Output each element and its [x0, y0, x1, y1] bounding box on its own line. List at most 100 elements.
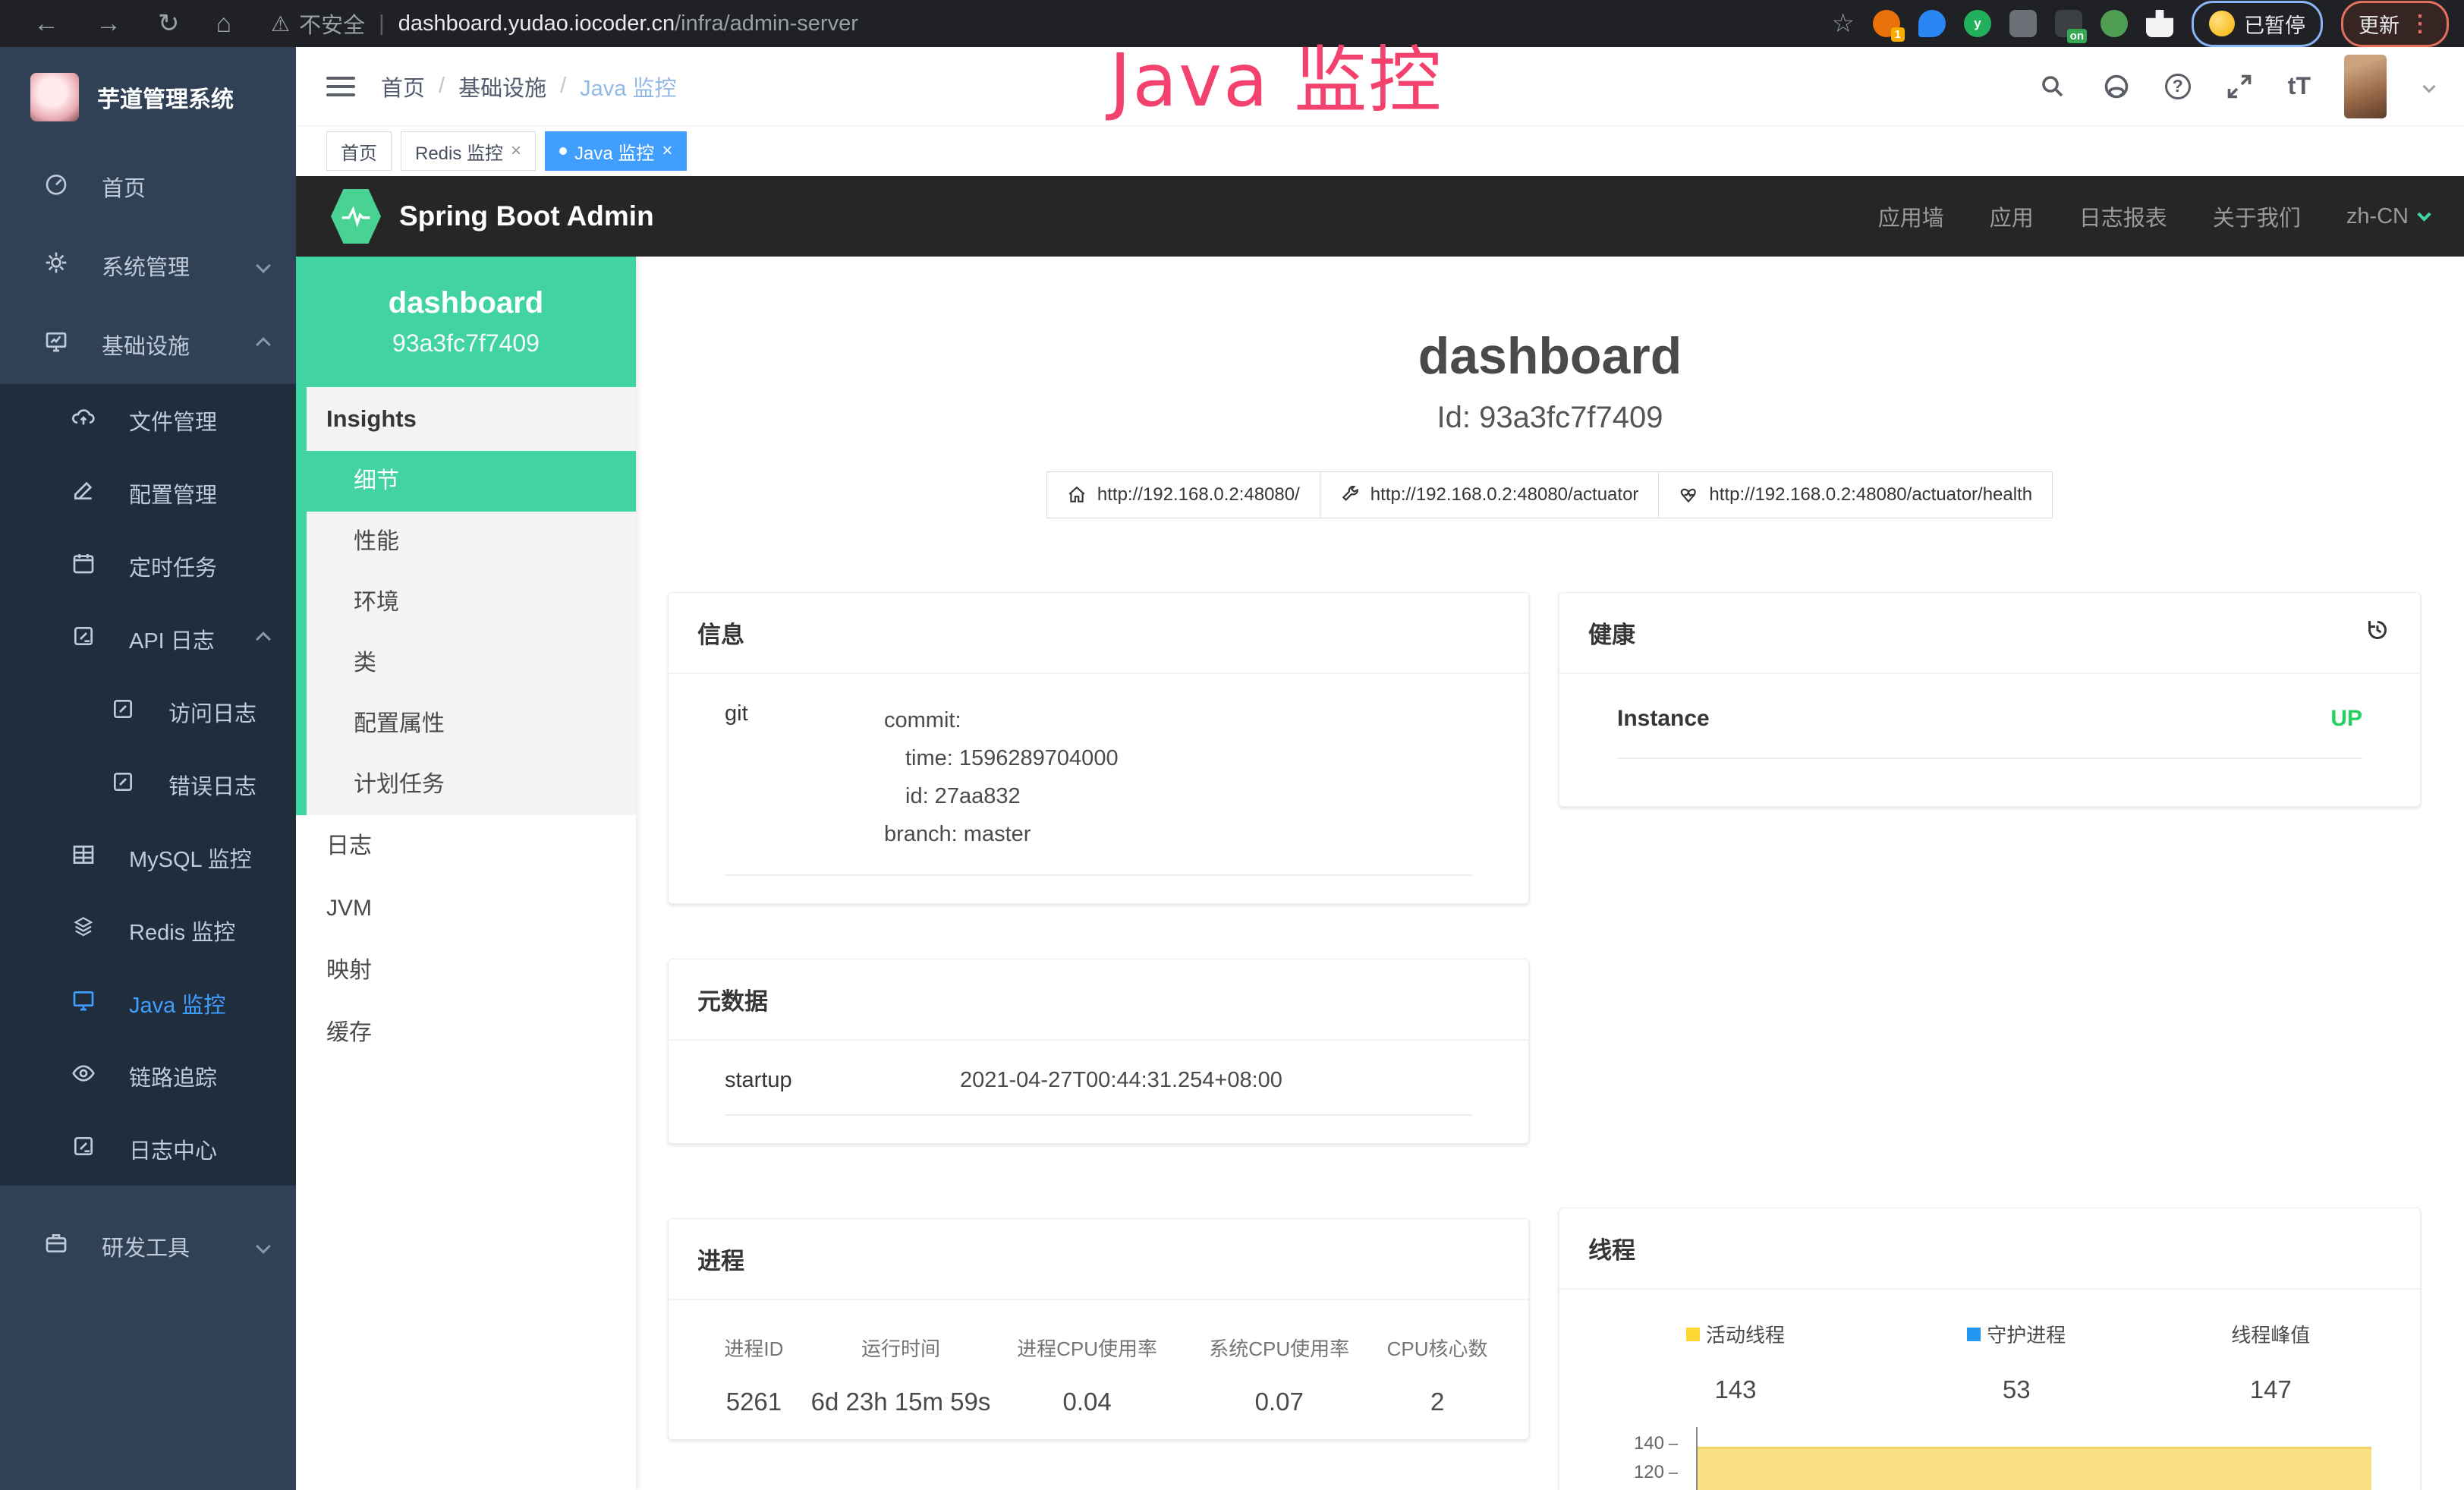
search-icon[interactable] — [2038, 71, 2068, 102]
threads-card: 线程 活动线程 守护进程 线程峰值 — [1559, 1208, 2421, 1490]
security-label[interactable]: 不安全 — [299, 8, 365, 39]
sidebar-item-log-center[interactable]: 日志中心 — [0, 1113, 296, 1186]
help-icon[interactable]: ? — [2165, 74, 2191, 99]
sba-item-details[interactable]: 细节 — [307, 451, 636, 512]
log-edit-icon — [70, 624, 97, 654]
browser-home-icon[interactable]: ⌂ — [198, 9, 250, 39]
extension-pin-icon[interactable] — [1918, 10, 1946, 37]
process-card: 进程 进程ID 运行时间 进程CPU使用率 系统CPU使用率 CPU核心数 52… — [668, 1218, 1529, 1440]
sidebar-item-label: API 日志 — [129, 623, 215, 655]
sba-item-jvm[interactable]: JVM — [296, 877, 636, 940]
url-host[interactable]: dashboard.yudao.iocoder.cn — [398, 11, 675, 36]
sba-item-config-props[interactable]: 配置属性 — [307, 694, 636, 754]
sba-language-select[interactable]: zh-CN — [2346, 204, 2429, 229]
process-sys-cpu: 0.07 — [1183, 1388, 1375, 1416]
sba-item-classes[interactable]: 类 — [307, 633, 636, 694]
info-card: 信息 git commit: time: 1596289704000 id: 2… — [668, 592, 1529, 904]
close-icon[interactable]: × — [511, 140, 521, 162]
extension-leaf-icon[interactable] — [2101, 10, 2128, 37]
address-divider: | — [379, 11, 385, 36]
sidebar-item-java-monitor[interactable]: Java 监控 — [0, 967, 296, 1040]
extension-colorzilla-icon[interactable]: 1 — [1873, 10, 1900, 37]
sidebar-item-label: 错误日志 — [168, 769, 256, 801]
sba-brand-title[interactable]: Spring Boot Admin — [399, 200, 654, 232]
log-edit-icon — [70, 1134, 97, 1164]
sidebar-item-infra[interactable]: 基础设施 — [0, 305, 296, 384]
paused-badge[interactable]: 已暂停 — [2192, 1, 2323, 47]
gauge-icon — [42, 172, 70, 202]
address-bar[interactable]: ⚠ 不安全 | dashboard.yudao.iocoder.cn /infr… — [271, 8, 858, 39]
monitor-icon — [42, 329, 70, 360]
sidebar-item-api-log[interactable]: API 日志 — [0, 603, 296, 676]
sba-nav-about[interactable]: 关于我们 — [2213, 200, 2301, 232]
browser-menu-icon[interactable]: ⋮ — [2409, 11, 2431, 37]
forward-icon[interactable]: → — [77, 9, 140, 39]
reload-icon[interactable]: ↻ — [140, 8, 198, 39]
extension-switch-icon[interactable]: on — [2055, 10, 2082, 37]
app-logo-row[interactable]: 芋道管理系统 — [0, 47, 296, 147]
collapse-sidebar-icon[interactable] — [326, 71, 355, 102]
extensions-puzzle-icon[interactable] — [2146, 10, 2173, 37]
sidebar-item-tracing[interactable]: 链路追踪 — [0, 1040, 296, 1113]
font-size-icon[interactable]: tT — [2288, 72, 2311, 100]
update-button[interactable]: 更新 ⋮ — [2341, 1, 2449, 47]
actuator-url-chip[interactable]: http://192.168.0.2:48080/actuator — [1320, 471, 1660, 518]
sba-content: dashboard Id: 93a3fc7f7409 http://192.16… — [636, 257, 2464, 1490]
tab-java-monitor[interactable]: Java 监控 × — [545, 131, 687, 171]
sba-item-caches[interactable]: 缓存 — [296, 1002, 636, 1064]
legend-label: 线程峰值 — [2231, 1320, 2310, 1348]
sidebar-item-error-log[interactable]: 错误日志 — [0, 748, 296, 821]
sba-item-scheduled-tasks[interactable]: 计划任务 — [307, 754, 636, 815]
tab-home[interactable]: 首页 — [326, 131, 392, 171]
sidebar-item-label: 配置管理 — [129, 477, 217, 509]
sba-item-environment[interactable]: 环境 — [307, 572, 636, 633]
history-icon[interactable] — [2364, 616, 2391, 650]
sba-item-logs[interactable]: 日志 — [296, 815, 636, 877]
sidebar-item-redis-monitor[interactable]: Redis 监控 — [0, 894, 296, 967]
instance-subtitle: Id: 93a3fc7f7409 — [636, 401, 2464, 435]
git-time-line: time: 1596289704000 — [884, 739, 1119, 777]
sidebar-item-mysql-monitor[interactable]: MySQL 监控 — [0, 821, 296, 894]
close-icon[interactable]: × — [662, 140, 672, 162]
sidebar-item-config-manage[interactable]: 配置管理 — [0, 457, 296, 530]
tab-redis-monitor[interactable]: Redis 监控 × — [401, 131, 536, 171]
health-url-chip[interactable]: http://192.168.0.2:48080/actuator/health — [1658, 471, 2053, 518]
sba-nav-applications[interactable]: 应用 — [1990, 200, 2034, 232]
active-threads-area — [1698, 1447, 2371, 1490]
chevron-up-icon — [256, 632, 271, 647]
github-icon[interactable] — [2101, 71, 2132, 102]
breadcrumb-infra[interactable]: 基础设施 — [458, 71, 546, 102]
process-header-cores: CPU核心数 — [1375, 1334, 1499, 1362]
sba-item-metrics[interactable]: 性能 — [307, 512, 636, 572]
service-url-chip[interactable]: http://192.168.0.2:48080/ — [1046, 471, 1320, 518]
sidebar-item-scheduled-jobs[interactable]: 定时任务 — [0, 530, 296, 603]
language-label: zh-CN — [2346, 204, 2409, 229]
url-path[interactable]: /infra/admin-server — [675, 11, 858, 36]
process-header-sys-cpu: 系统CPU使用率 — [1183, 1334, 1375, 1362]
sidebar-item-file-manage[interactable]: 文件管理 — [0, 384, 296, 457]
sidebar-item-label: 研发工具 — [102, 1230, 190, 1262]
sba-instance-header[interactable]: dashboard 93a3fc7f7409 — [296, 257, 636, 387]
sba-nav-journal[interactable]: 日志报表 — [2079, 200, 2167, 232]
sidebar-item-home[interactable]: 首页 — [0, 147, 296, 226]
sidebar-item-label: 基础设施 — [102, 329, 190, 361]
log-edit-icon — [109, 697, 137, 727]
sidebar-item-dev-tools[interactable]: 研发工具 — [0, 1207, 296, 1286]
sidebar-item-access-log[interactable]: 访问日志 — [0, 676, 296, 748]
fullscreen-icon[interactable] — [2224, 71, 2255, 102]
breadcrumb-home[interactable]: 首页 — [381, 71, 425, 102]
gear-icon — [42, 250, 70, 281]
sidebar-item-system[interactable]: 系统管理 — [0, 226, 296, 305]
avatar-caret-icon[interactable] — [2423, 80, 2436, 93]
extension-grid-icon[interactable] — [2009, 10, 2037, 37]
back-icon[interactable]: ← — [15, 9, 77, 39]
bookmark-star-icon[interactable]: ☆ — [1832, 8, 1855, 39]
sidebar-item-label: 首页 — [102, 171, 146, 203]
sba-item-mappings[interactable]: 映射 — [296, 940, 636, 1002]
sba-logo-icon[interactable] — [331, 189, 381, 244]
sba-nav-wallboard[interactable]: 应用墙 — [1878, 200, 1944, 232]
tag-tabbar: 首页 Redis 监控 × Java 监控 × — [296, 126, 2464, 176]
extension-y-icon[interactable]: y — [1964, 10, 1991, 37]
user-avatar[interactable] — [2344, 55, 2387, 118]
threads-chart: 140 120 100 — [1588, 1432, 2391, 1490]
